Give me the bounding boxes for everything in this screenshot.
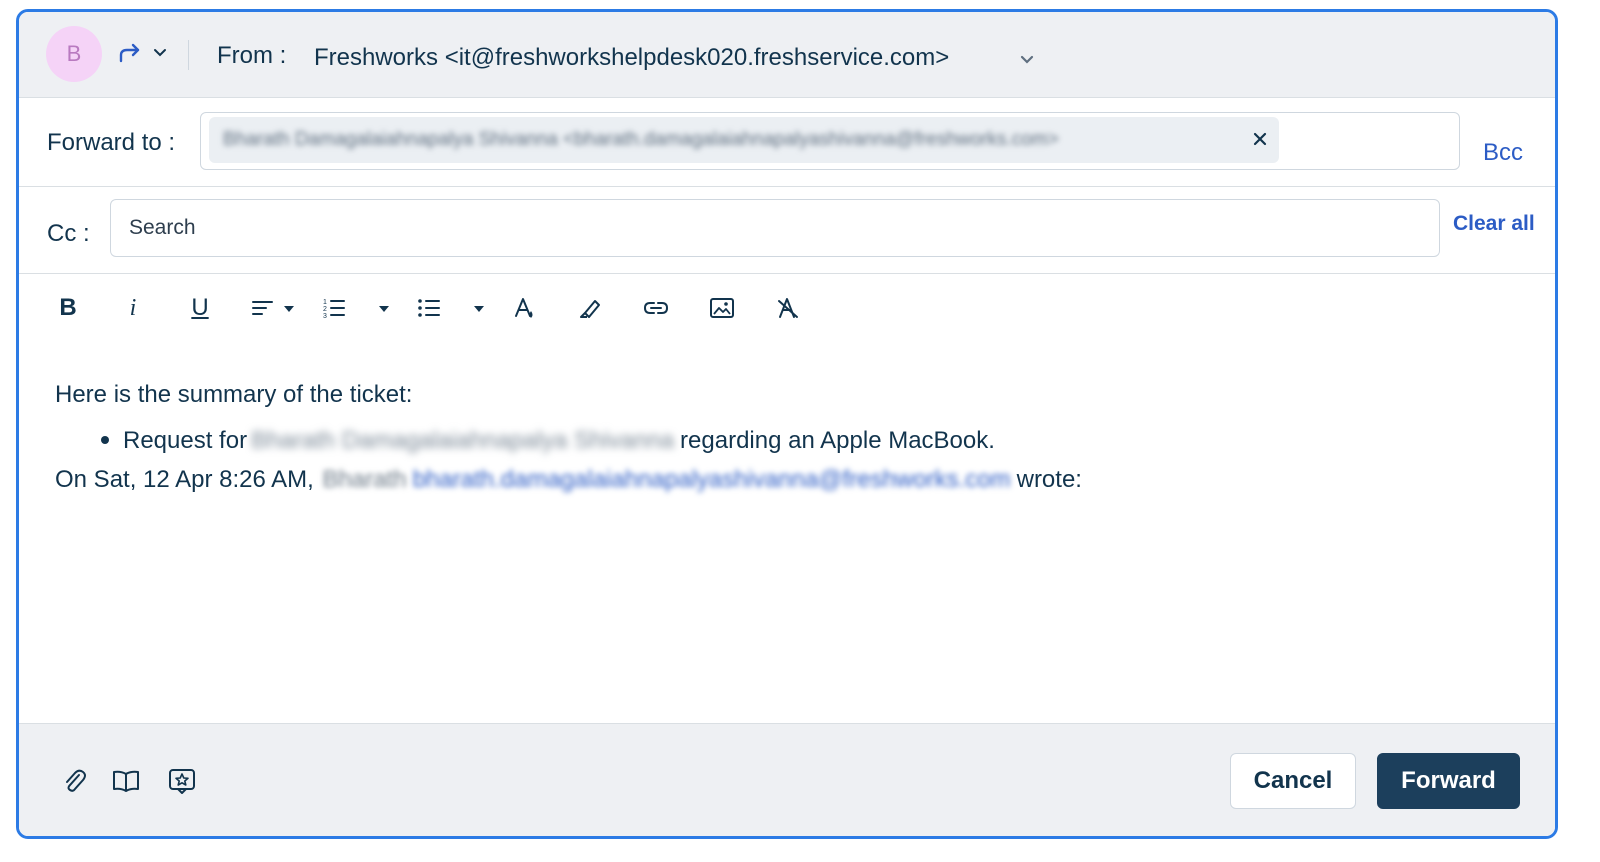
bullet-list-button[interactable]: [414, 293, 444, 323]
quote-sender-email-link[interactable]: bharath.damagalaiahnapalyashivanna@fresh…: [413, 466, 1011, 493]
insert-image-button[interactable]: [707, 293, 737, 323]
forward-to-field[interactable]: Bharath Damagalaiahnapalya Shivanna <bha…: [200, 112, 1460, 170]
quote-header: On Sat, 12 Apr 8:26 AM, Bharath bharath.d…: [55, 466, 1082, 494]
bullet-dot: [101, 435, 109, 444]
italic-button[interactable]: i: [118, 293, 148, 323]
link-icon: [643, 302, 669, 314]
from-label: From :: [217, 42, 287, 69]
caret-down-icon: [474, 306, 484, 312]
highlighter-icon: [580, 300, 600, 318]
requester-name: Bharath Damagalaiahnapalya Shivanna: [251, 427, 675, 454]
canned-response-icon[interactable]: [167, 766, 197, 796]
clear-all-link[interactable]: Clear all: [1453, 212, 1535, 236]
text-color-icon: [515, 298, 533, 318]
align-dropdown[interactable]: [245, 293, 301, 323]
summary-intro-text: Here is the summary of the ticket:: [55, 381, 413, 408]
cc-row: Cc : Clear all: [19, 188, 1555, 274]
summary-bullet: Request for Bharath Damagalaiahnapalya Sh…: [101, 427, 995, 455]
forward-button[interactable]: Forward: [1377, 753, 1520, 809]
composer-header: B From : Freshworks <it@freshworkshelpde…: [19, 12, 1555, 98]
formatting-toolbar: B i U 1 2 3: [19, 275, 1555, 345]
forward-arrow-icon[interactable]: [117, 40, 143, 66]
bold-icon: B: [59, 294, 77, 321]
knowledge-base-icon[interactable]: [111, 766, 141, 796]
svg-text:1: 1: [323, 299, 327, 306]
bold-button[interactable]: B: [53, 293, 83, 323]
numbered-list-button[interactable]: 1 2 3: [319, 293, 349, 323]
cancel-button[interactable]: Cancel: [1230, 753, 1356, 809]
forward-to-label: Forward to :: [47, 129, 176, 156]
text-color-button[interactable]: [509, 293, 539, 323]
forward-to-row: Forward to : Bharath Damagalaiahnapalya …: [19, 99, 1555, 187]
highlight-button[interactable]: [575, 293, 605, 323]
composer-footer: Cancel Forward: [19, 723, 1555, 836]
recipient-chip[interactable]: Bharath Damagalaiahnapalya Shivanna <bha…: [209, 117, 1279, 163]
numbered-list-icon: 1 2 3: [323, 299, 345, 320]
italic-icon: i: [129, 294, 137, 321]
underline-button[interactable]: U: [185, 293, 215, 323]
close-icon[interactable]: [1249, 128, 1271, 150]
bullet-list-icon: [418, 299, 440, 317]
insert-link-button[interactable]: [641, 293, 671, 323]
numbered-list-dropdown[interactable]: [374, 293, 394, 323]
recipient-chip-text: Bharath Damagalaiahnapalya Shivanna <bha…: [223, 129, 1059, 150]
cc-search-input[interactable]: [110, 199, 1440, 257]
svg-text:3: 3: [323, 313, 327, 320]
underline-icon: U: [191, 294, 209, 321]
bullet-prefix: Request for: [123, 427, 248, 454]
quote-suffix: wrote:: [1016, 466, 1082, 493]
image-icon: [710, 298, 734, 318]
header-divider: [188, 40, 189, 70]
clear-formatting-button[interactable]: [773, 293, 803, 323]
clear-format-icon: [778, 298, 798, 318]
cc-label: Cc :: [47, 220, 90, 247]
quote-sender: Bharath: [322, 466, 407, 493]
avatar: B: [46, 26, 102, 82]
message-editor[interactable]: Here is the summary of the ticket: Reque…: [19, 345, 1555, 723]
attachment-icon[interactable]: [59, 766, 89, 796]
chevron-down-icon[interactable]: [1019, 52, 1035, 68]
caret-down-icon: [284, 306, 294, 312]
from-address-select[interactable]: Freshworks <it@freshworkshelpdesk020.fre…: [314, 44, 949, 72]
align-left-icon: [252, 301, 273, 315]
forward-composer: B From : Freshworks <it@freshworkshelpde…: [16, 9, 1558, 839]
caret-down-icon: [379, 306, 389, 312]
bcc-link[interactable]: Bcc: [1483, 139, 1523, 167]
bullet-suffix: regarding an Apple MacBook.: [680, 427, 995, 454]
quote-prefix: On Sat, 12 Apr 8:26 AM,: [55, 466, 314, 493]
bullet-list-dropdown[interactable]: [469, 293, 489, 323]
svg-text:2: 2: [323, 306, 327, 313]
chevron-down-icon[interactable]: [153, 46, 167, 60]
